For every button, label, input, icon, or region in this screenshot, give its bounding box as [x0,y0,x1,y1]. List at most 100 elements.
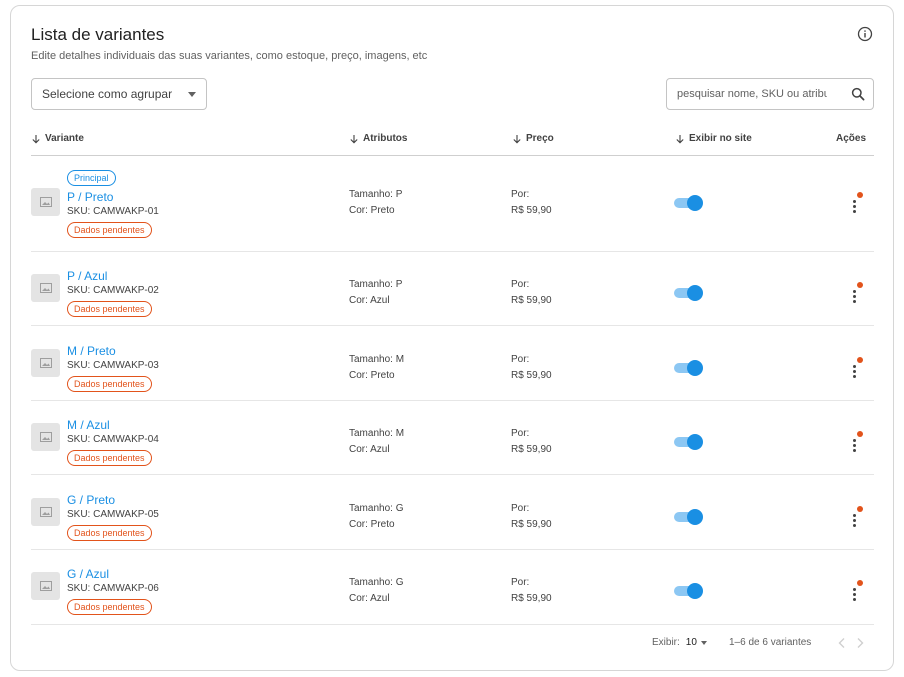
attribute-size: Tamanho: P [349,279,403,290]
search-icon[interactable] [851,87,865,101]
search-input[interactable] [677,88,827,100]
column-header-preco[interactable]: Preço [512,133,554,144]
status-badge: Dados pendentes [67,376,152,392]
per-page-control: Exibir: 10 [652,637,707,648]
row-actions-button[interactable] [847,192,863,216]
status-badge: Dados pendentes [67,301,152,317]
toggle-knob [687,195,703,211]
status-badge: Dados pendentes [67,599,152,615]
image-icon [39,358,52,368]
chevron-left-icon[interactable] [836,636,848,650]
alert-dot [857,192,863,198]
variant-name-link[interactable]: P / Preto [67,190,113,204]
price-value: R$ 59,90 [511,444,552,455]
attribute-color: Cor: Preto [349,370,395,381]
variant-attributes: Tamanho: P Cor: Azul [349,277,402,309]
row-actions-button[interactable] [847,506,863,530]
price-value: R$ 59,90 [511,205,552,216]
chevron-right-icon[interactable] [854,636,866,650]
visibility-toggle[interactable] [674,195,704,211]
variant-thumbnail[interactable] [31,572,60,600]
row-actions-button[interactable] [847,282,863,306]
per-page-select[interactable]: 10 [686,637,707,648]
image-icon [39,197,52,207]
arrow-down-icon [32,134,40,143]
table-header: Variante Atributos Preço Exibir no site … [31,128,874,156]
status-badge: Dados pendentes [67,450,152,466]
status-badge: Dados pendentes [67,525,152,541]
toggle-knob [687,583,703,599]
group-by-select[interactable]: Selecione como agrupar [31,78,207,110]
price-value: R$ 59,90 [511,519,552,530]
variant-sku: SKU: CAMWAKP-04 [67,434,159,445]
table-row: G / Preto SKU: CAMWAKP-05 Dados pendente… [31,475,874,550]
price-value: R$ 59,90 [511,295,552,306]
variants-card: Lista de variantes Edite detalhes indivi… [10,5,894,671]
variant-name-link[interactable]: P / Azul [67,269,107,283]
row-actions-button[interactable] [847,431,863,455]
pagination-range: 1–6 de 6 variantes [729,637,812,648]
variant-name-link[interactable]: G / Azul [67,567,109,581]
visibility-toggle[interactable] [674,434,704,450]
column-header-exibir[interactable]: Exibir no site [675,133,752,144]
variant-price: Por: R$ 59,90 [511,426,552,458]
variant-sku: SKU: CAMWAKP-03 [67,360,159,371]
alert-dot [857,580,863,586]
attribute-color: Cor: Azul [349,593,390,604]
row-actions-button[interactable] [847,580,863,604]
alert-dot [857,282,863,288]
arrow-down-icon [676,134,684,143]
image-icon [39,507,52,517]
variant-thumbnail[interactable] [31,423,60,451]
page-subtitle: Edite detalhes individuais das suas vari… [31,50,428,62]
attribute-size: Tamanho: M [349,428,405,439]
toggle-knob [687,285,703,301]
attribute-color: Cor: Azul [349,444,390,455]
table-row: M / Preto SKU: CAMWAKP-03 Dados pendente… [31,326,874,401]
column-header-acoes: Ações [836,133,867,144]
attribute-color: Cor: Preto [349,519,395,530]
variant-thumbnail[interactable] [31,498,60,526]
image-icon [39,581,52,591]
variant-sku: SKU: CAMWAKP-06 [67,583,159,594]
price-prefix: Por: [511,503,530,514]
row-actions-button[interactable] [847,357,863,381]
attribute-size: Tamanho: G [349,503,404,514]
attribute-color: Cor: Azul [349,295,390,306]
price-prefix: Por: [511,354,530,365]
variant-attributes: Tamanho: M Cor: Azul [349,426,404,458]
column-header-variante[interactable]: Variante [31,133,84,144]
variant-name-link[interactable]: G / Preto [67,493,115,507]
column-header-atributos[interactable]: Atributos [349,133,407,144]
status-badge: Dados pendentes [67,222,152,238]
page-title: Lista de variantes [31,25,165,44]
variant-thumbnail[interactable] [31,188,60,216]
visibility-toggle[interactable] [674,285,704,301]
variant-name-link[interactable]: M / Azul [67,418,110,432]
variant-thumbnail[interactable] [31,349,60,377]
variant-thumbnail[interactable] [31,274,60,302]
variant-attributes: Tamanho: G Cor: Preto [349,501,403,533]
group-by-select-label: Selecione como agrupar [42,87,173,101]
info-icon[interactable] [857,26,873,42]
visibility-toggle[interactable] [674,583,704,599]
attribute-size: Tamanho: P [349,189,403,200]
image-icon [39,432,52,442]
attribute-size: Tamanho: G [349,577,404,588]
more-vertical-icon [853,365,856,380]
arrow-down-icon [350,134,358,143]
table-row: P / Azul SKU: CAMWAKP-02 Dados pendentes… [31,252,874,326]
variant-price: Por: R$ 59,90 [511,352,552,384]
variant-price: Por: R$ 59,90 [511,575,552,607]
variant-sku: SKU: CAMWAKP-02 [67,285,159,296]
variant-name-link[interactable]: M / Preto [67,344,116,358]
variant-attributes: Tamanho: G Cor: Azul [349,575,403,607]
per-page-label: Exibir: [652,637,680,648]
table-row: Principal P / Preto SKU: CAMWAKP-01 Dado… [31,156,874,252]
table-row: M / Azul SKU: CAMWAKP-04 Dados pendentes… [31,401,874,475]
visibility-toggle[interactable] [674,509,704,525]
alert-dot [857,506,863,512]
visibility-toggle[interactable] [674,360,704,376]
variant-attributes: Tamanho: P Cor: Preto [349,187,402,219]
alert-dot [857,357,863,363]
